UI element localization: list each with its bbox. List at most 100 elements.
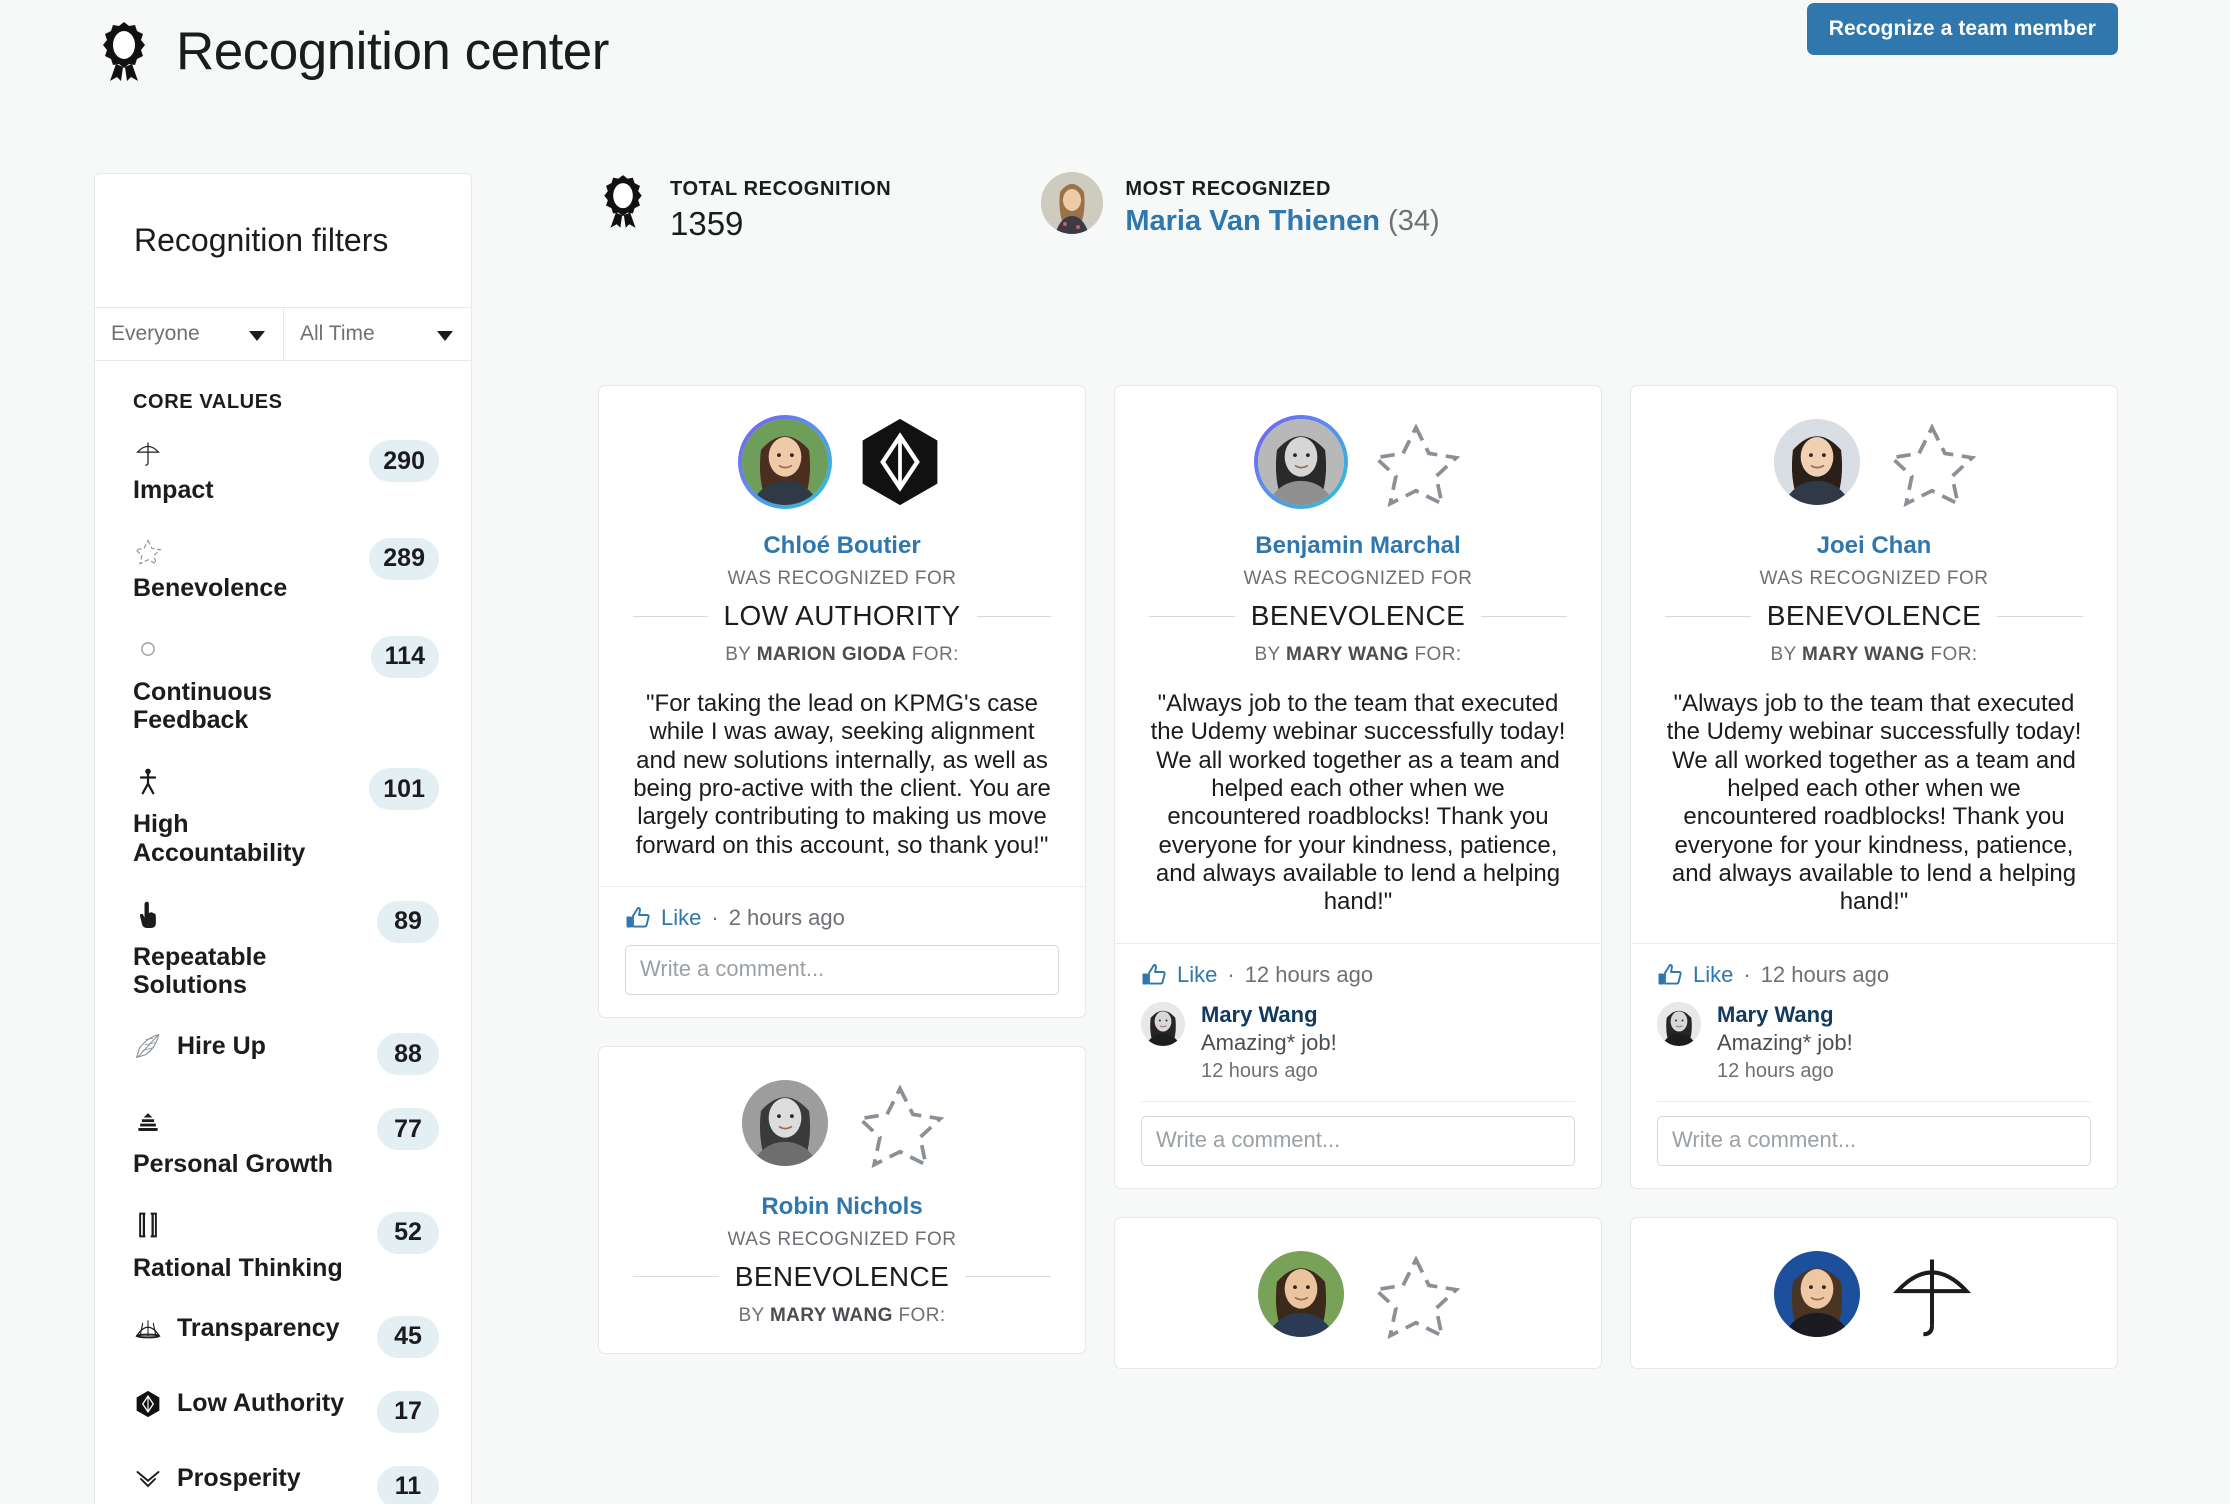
like-button[interactable]: Like [661,905,701,931]
was-recognized-for-label: WAS RECOGNIZED FOR [1759,568,1989,589]
avatar[interactable] [1254,1247,1348,1341]
by-prefix: BY [1254,644,1281,665]
thumb-up-icon[interactable] [1657,962,1683,988]
core-value-name: BENEVOLENCE [1766,600,1982,631]
like-button[interactable]: Like [1693,962,1733,988]
recognition-message: "For taking the lead on KPMG's case whil… [633,690,1051,859]
separator: · [1743,961,1751,987]
was-recognized-for-label: WAS RECOGNIZED FOR [1243,568,1473,589]
like-button[interactable]: Like [1177,962,1217,988]
avatar[interactable] [738,1076,832,1170]
comment-box-wrap [625,931,1059,995]
thumb-up-icon[interactable] [625,905,651,931]
avatar[interactable] [1254,415,1348,509]
most-recognized-label: MOST RECOGNIZED [1125,178,1331,200]
total-recognition-value: 1359 [670,205,744,242]
recognized-person-name[interactable]: Joei Chan [1665,532,2083,560]
comment-input[interactable] [1141,1115,1575,1166]
avatar[interactable] [1770,415,1864,509]
recognized-by: BY MARY WANG FOR: [1665,644,2083,666]
comment: Mary Wang Amazing* job! 12 hours ago [1141,1001,1575,1083]
recognized-person-name[interactable]: Benjamin Marchal [1149,532,1567,560]
recognition-card [1114,1216,1602,1369]
core-value-label: Hire Up [177,1031,266,1060]
total-recognition-label: TOTAL RECOGNITION [670,178,892,200]
recognition-card: Chloé Boutier WAS RECOGNIZED FOR LOW AUTHO… [598,385,1086,1018]
divider [1149,615,1235,617]
recognition-card [1630,1216,2118,1369]
time-filter-select[interactable]: All Time [283,308,471,360]
pyramid-icon [133,1106,163,1136]
core-value-count: 114 [370,635,439,678]
figure-icon [133,766,163,796]
avatar[interactable] [738,415,832,509]
core-values-section-header: CORE VALUES [133,391,283,413]
recognized-value-line: BENEVOLENCE [633,1261,1051,1293]
core-value-row[interactable]: Personal Growth 77 [133,1090,439,1194]
outline-star-icon [1370,416,1462,508]
comment-input[interactable] [625,944,1059,995]
circle-outline-icon [133,634,163,664]
core-value-count: 290 [369,440,439,482]
core-value-row[interactable]: Rational Thinking 52 [133,1194,439,1298]
comment-box-wrap [1141,1100,1575,1166]
core-value-name: BENEVOLENCE [734,1260,950,1292]
page-header: Recognition center Recognize a team memb… [0,0,2230,118]
total-recognition-stat: TOTAL RECOGNITION 1359 [598,172,891,243]
core-value-row[interactable]: Transparency 45 [133,1298,439,1373]
comment-input[interactable] [1657,1115,2091,1166]
core-value-row[interactable]: Low Authority 17 [133,1373,439,1448]
comment-author[interactable]: Mary Wang [1201,1002,1337,1028]
recognized-person-name[interactable]: Robin Nichols [633,1193,1051,1221]
like-row: Like · 2 hours ago [625,905,1059,931]
recognition-card: Robin Nichols WAS RECOGNIZED FOR BENEVOLEN… [598,1045,1086,1354]
core-value-row[interactable]: Benevolence 289 [133,520,439,618]
core-value-row[interactable]: High Accountability 101 [133,750,439,883]
comment-list: Mary Wang Amazing* job! 12 hours ago [1141,988,1575,1091]
avatar[interactable] [1770,1247,1864,1341]
core-value-count: 77 [377,1108,439,1150]
page-title: Recognition center [176,21,609,81]
recognizer-name: MARION GIODA [756,644,907,665]
for-suffix: FOR: [911,644,959,665]
core-value-label: Prosperity [177,1464,301,1493]
recognized-by: BY MARY WANG FOR: [633,1305,1051,1327]
core-value-label: Transparency [177,1314,340,1343]
avatar[interactable] [1657,1001,1701,1046]
recognized-value-line: BENEVOLENCE [1149,600,1567,632]
comment-text: Amazing* job! [1201,1029,1337,1055]
recognized-person-name[interactable]: Chloé Boutier [633,532,1051,560]
comment-author[interactable]: Mary Wang [1717,1002,1853,1028]
core-value-row[interactable]: Prosperity 11 [133,1448,439,1504]
post-timestamp: 2 hours ago [728,904,845,930]
core-value-name: LOW AUTHORITY [723,600,961,631]
core-value-row[interactable]: Repeatable Solutions 89 [133,883,439,1016]
filters-panel-title: Recognition filters [134,222,389,258]
core-value-row[interactable]: Hire Up 88 [133,1015,439,1090]
chevron-down-icon [437,331,453,341]
comment-box-wrap [1657,1100,2091,1166]
audience-filter-select[interactable]: Everyone [95,308,283,360]
recognize-team-member-button[interactable]: Recognize a team member [1806,3,2118,55]
filters-panel-header: Recognition filters [95,174,471,308]
core-value-count: 89 [377,900,439,943]
card-footer: Like · 12 hours ago Mary Wang Amazing* job! 1… [1631,942,2117,1188]
recognized-by: BY MARY WANG FOR: [1149,644,1567,666]
hex-leaf-icon [854,416,946,508]
divider [965,1276,1051,1278]
core-value-row[interactable]: Continuous Feedback 114 [133,618,439,751]
avatar[interactable] [1141,1001,1185,1046]
core-value-count: 289 [369,537,439,580]
comment-text: Amazing* job! [1717,1029,1853,1055]
most-recognized-name[interactable]: Maria Van Thienen [1125,205,1380,237]
chevrons-down-icon [133,1464,163,1494]
was-recognized-for-label: WAS RECOGNIZED FOR [727,1228,957,1250]
divider [1665,615,1751,617]
hand-point-icon [133,899,163,929]
comment-timestamp: 12 hours ago [1201,1059,1318,1082]
thumb-up-icon[interactable] [1141,962,1167,988]
core-value-row[interactable]: Impact 290 [133,422,439,520]
card-footer: Like · 2 hours ago [599,885,1085,1017]
core-value-label: Benevolence [133,573,288,602]
most-recognized-person: Maria Van Thienen (34) [1125,205,1439,238]
